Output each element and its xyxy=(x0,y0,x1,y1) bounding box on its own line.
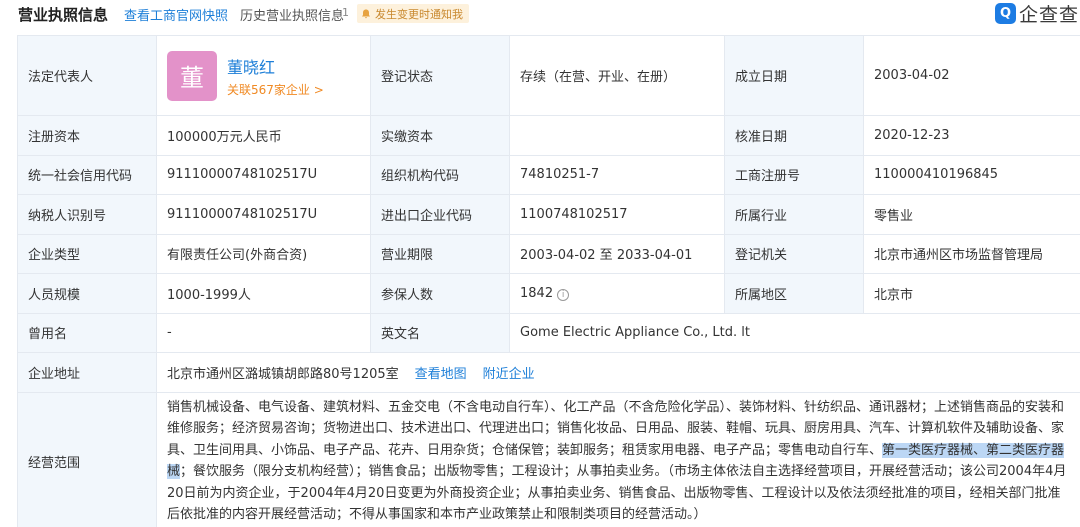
authority-label: 登记机关 xyxy=(724,233,864,274)
region-value: 北京市 xyxy=(863,273,1080,314)
former-name-value: - xyxy=(156,312,371,353)
est-date-value: 2003-04-02 xyxy=(863,35,1080,116)
table-row: 经营范围 销售机械设备、电气设备、建筑材料、五金交电（不含电动自行车）、化工产品… xyxy=(17,391,1080,527)
staff-size-label: 人员规模 xyxy=(17,273,157,314)
company-type-value: 有限责任公司(外商合资) xyxy=(156,233,371,274)
qichacha-logo-icon: Q xyxy=(995,2,1016,24)
approve-date-label: 核准日期 xyxy=(724,115,864,156)
table-row: 纳税人识别号 91110000748102517U 进出口企业代码 110074… xyxy=(17,194,1080,235)
reg-capital-value: 100000万元人民币 xyxy=(156,115,371,156)
industry-value: 零售业 xyxy=(863,194,1080,235)
paid-capital-value xyxy=(509,115,725,156)
ie-code-label: 进出口企业代码 xyxy=(370,194,510,235)
logo-text: 企查查 xyxy=(1019,3,1080,26)
english-name-label: 英文名 xyxy=(370,312,510,353)
legal-rep-name-link[interactable]: 董晓红 xyxy=(227,54,324,78)
view-map-link[interactable]: 查看地图 xyxy=(415,367,467,382)
authority-value: 北京市通州区市场监督管理局 xyxy=(863,233,1080,274)
paid-capital-label: 实缴资本 xyxy=(370,115,510,156)
table-row: 人员规模 1000-1999人 参保人数 1842 i 所属地区 北京市 xyxy=(17,273,1080,314)
address-label: 企业地址 xyxy=(17,352,157,393)
bell-icon xyxy=(361,9,371,19)
term-value: 2003-04-02 至 2033-04-01 xyxy=(509,233,725,274)
avatar[interactable]: 董 xyxy=(167,50,217,101)
insured-value: 1842 xyxy=(520,285,554,301)
change-notify-label: 发生变更时通知我 xyxy=(375,7,463,21)
info-icon[interactable]: i xyxy=(557,288,570,301)
table-row: 法定代表人 董 董晓红 关联567家企业 > 登记状态 存续（在营、开业、在册）… xyxy=(17,35,1080,116)
address-cell: 北京市通州区潞城镇胡郎路80号1205室 查看地图 附近企业 xyxy=(156,352,1080,393)
company-type-label: 企业类型 xyxy=(17,233,157,274)
insured-cell: 1842 i xyxy=(509,273,725,314)
term-label: 营业期限 xyxy=(370,233,510,274)
reg-capital-label: 注册资本 xyxy=(17,115,157,156)
reg-status-label: 登记状态 xyxy=(370,35,510,116)
license-info-table: 法定代表人 董 董晓红 关联567家企业 > 登记状态 存续（在营、开业、在册）… xyxy=(17,35,1080,527)
section-title: 营业执照信息 xyxy=(18,6,109,24)
business-scope-value: 销售机械设备、电气设备、建筑材料、五金交电（不含电动自行车）、化工产品（不含危险… xyxy=(156,391,1080,527)
insured-label: 参保人数 xyxy=(370,273,510,314)
scope-label: 经营范围 xyxy=(17,391,157,527)
ie-code-value: 1100748102517 xyxy=(509,194,725,235)
table-row: 企业地址 北京市通州区潞城镇胡郎路80号1205室 查看地图 附近企业 xyxy=(17,352,1080,393)
reg-no-value: 110000410196845 xyxy=(863,154,1080,195)
credit-code-value: 91110000748102517U xyxy=(156,154,371,195)
org-code-value: 74810251-7 xyxy=(509,154,725,195)
official-snapshot-link[interactable]: 查看工商官网快照 xyxy=(124,5,228,24)
est-date-label: 成立日期 xyxy=(724,35,864,116)
english-name-value: Gome Electric Appliance Co., Ltd. lt xyxy=(509,312,1080,353)
qichacha-logo: Q 企查查 xyxy=(995,1,1080,26)
address-value: 北京市通州区潞城镇胡郎路80号1205室 xyxy=(167,366,399,382)
approve-date-value: 2020-12-23 xyxy=(863,115,1080,156)
related-companies-link[interactable]: 关联567家企业 > xyxy=(227,81,324,98)
tax-id-value: 91110000748102517U xyxy=(156,194,371,235)
reg-no-label: 工商注册号 xyxy=(724,154,864,195)
history-license-link[interactable]: 历史营业执照信息 xyxy=(240,5,344,24)
former-name-label: 曾用名 xyxy=(17,312,157,353)
industry-label: 所属行业 xyxy=(724,194,864,235)
history-count: 1 xyxy=(342,6,349,19)
tax-id-label: 纳税人识别号 xyxy=(17,194,157,235)
table-row: 统一社会信用代码 91110000748102517U 组织机构代码 74810… xyxy=(17,154,1080,195)
change-notify-button[interactable]: 发生变更时通知我 xyxy=(357,4,469,23)
org-code-label: 组织机构代码 xyxy=(370,154,510,195)
section-header: 营业执照信息 查看工商官网快照 历史营业执照信息 1 发生变更时通知我 Q 企查… xyxy=(0,0,1080,30)
region-label: 所属地区 xyxy=(724,273,864,314)
credit-code-label: 统一社会信用代码 xyxy=(17,154,157,195)
table-row: 注册资本 100000万元人民币 实缴资本 核准日期 2020-12-23 xyxy=(17,115,1080,156)
staff-size-value: 1000-1999人 xyxy=(156,273,371,314)
legal-rep-label: 法定代表人 xyxy=(17,35,157,116)
table-row: 曾用名 - 英文名 Gome Electric Appliance Co., L… xyxy=(17,312,1080,353)
nearby-companies-link[interactable]: 附近企业 xyxy=(483,367,535,382)
legal-rep-cell: 董 董晓红 关联567家企业 > xyxy=(156,35,371,116)
scope-text-after: ；餐饮服务（限分支机构经营）；销售食品；出版物零售；工程设计；从事拍卖业务。（市… xyxy=(167,464,1067,522)
table-row: 企业类型 有限责任公司(外商合资) 营业期限 2003-04-02 至 2033… xyxy=(17,233,1080,274)
reg-status-value: 存续（在营、开业、在册） xyxy=(509,35,725,116)
